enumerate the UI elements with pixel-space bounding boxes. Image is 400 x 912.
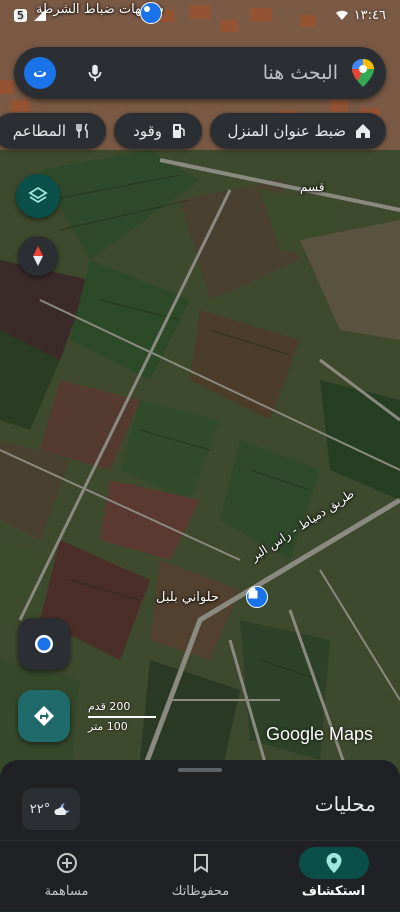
status-left: 5 [14, 8, 47, 22]
weather-cloud-moon-icon [54, 803, 71, 815]
avatar[interactable]: ت [24, 57, 56, 89]
chip-label: وقود [133, 122, 162, 140]
my-location-button[interactable] [18, 618, 70, 670]
search-bar[interactable]: ت البحث هنا [14, 47, 386, 99]
google-maps-attribution: Google Maps [266, 724, 374, 744]
signal-icon [33, 8, 47, 22]
nav-explore[interactable]: استكشاف [267, 841, 400, 912]
category-chips: ضبط عنوان المنزل وقود المطاعم [0, 113, 400, 151]
side-map-label: قسم [300, 180, 325, 194]
chip-label: ضبط عنوان المنزل [227, 122, 346, 140]
chip-fuel[interactable]: وقود [114, 113, 202, 149]
bottom-sheet[interactable]: محليات ٢٢° [0, 760, 400, 840]
layers-button[interactable] [16, 174, 60, 218]
scale-bar-feet [88, 716, 156, 718]
status-bar: 5 ١٣:٤٦ [0, 0, 400, 30]
nav-contribute[interactable]: مساهمة [0, 841, 133, 912]
bookmark-icon [193, 854, 208, 873]
temperature: ٢٢° [29, 801, 51, 817]
nav-saved-label: محفوظاتك [171, 884, 230, 899]
home-icon [356, 124, 370, 138]
shop-poi-icon[interactable] [246, 586, 268, 608]
shop-label[interactable]: حلواني بلبل [156, 590, 219, 605]
nav-explore-indicator [298, 847, 369, 879]
my-location-icon [35, 635, 53, 653]
chip-set-home[interactable]: ضبط عنوان المنزل [210, 113, 386, 149]
explore-pin-icon [326, 853, 341, 873]
layers-icon [28, 186, 48, 204]
nav-saved-indicator [166, 847, 236, 879]
sheet-title: محليات [314, 792, 376, 816]
directions-button[interactable] [18, 690, 70, 742]
weather-chip[interactable]: ٢٢° [22, 788, 80, 830]
battery-level: 5 [14, 8, 27, 22]
search-input[interactable]: البحث هنا [106, 62, 350, 84]
restaurant-icon [76, 123, 88, 138]
sheet-drag-handle[interactable] [178, 768, 222, 772]
nav-explore-label: استكشاف [301, 884, 366, 899]
nav-contribute-indicator [32, 847, 102, 879]
add-circle-icon [56, 853, 77, 873]
scale-meters: 100 متر [88, 720, 128, 733]
directions-icon [34, 706, 54, 726]
compass-icon [33, 246, 43, 266]
bottom-navigation: استكشاف محفوظاتك مساهمة [0, 840, 400, 911]
gas-station-icon [173, 124, 185, 138]
chip-restaurants[interactable]: المطاعم [0, 113, 106, 149]
google-maps-logo-icon [352, 59, 374, 87]
chip-label: المطاعم [12, 122, 66, 140]
compass-button[interactable] [18, 236, 58, 276]
scale-feet: 200 قدم [88, 700, 131, 713]
nav-contribute-label: مساهمة [44, 884, 89, 899]
wifi-icon [335, 8, 349, 22]
microphone-icon[interactable] [84, 62, 106, 84]
nav-saved[interactable]: محفوظاتك [134, 841, 267, 912]
status-right: ١٣:٤٦ [335, 8, 386, 23]
clock: ١٣:٤٦ [353, 7, 386, 23]
